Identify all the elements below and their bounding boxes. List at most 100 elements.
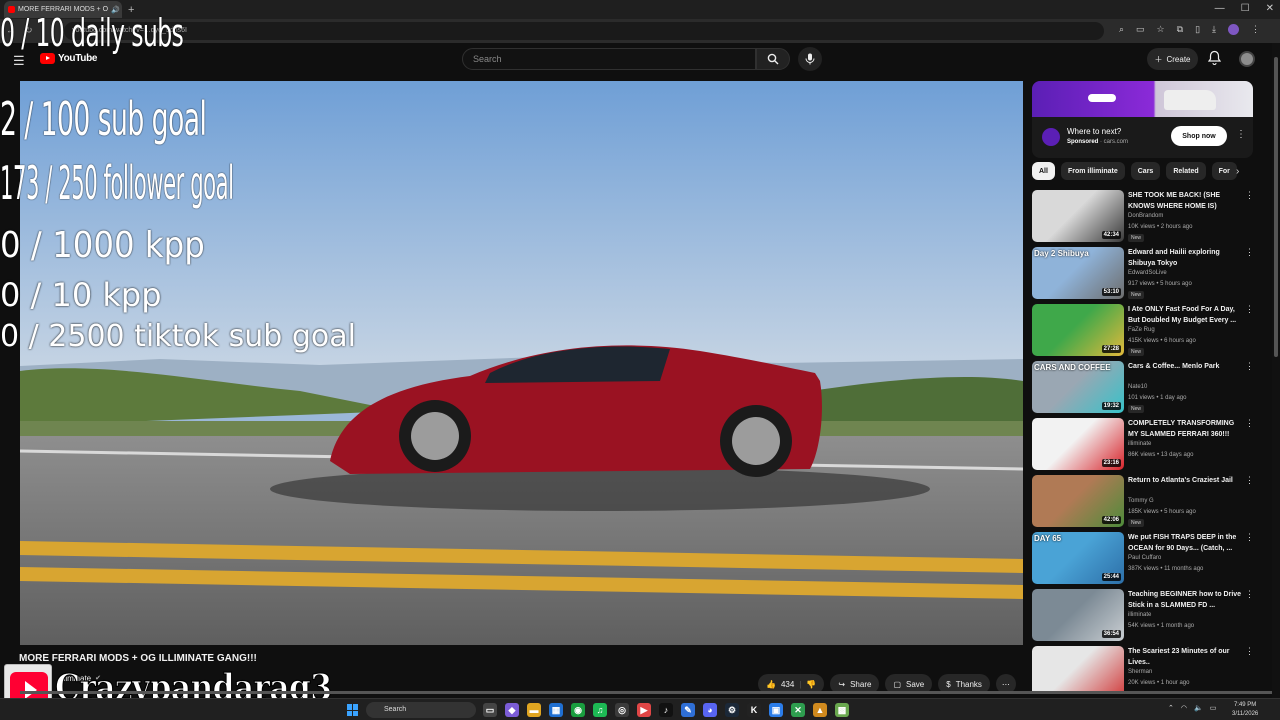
- recommendation-channel[interactable]: Tommy G: [1128, 498, 1154, 504]
- recommendation-channel[interactable]: illiminate: [1128, 612, 1151, 618]
- video-thumbnail[interactable]: 23:16: [1032, 418, 1124, 470]
- discord-icon[interactable]: ◕: [703, 703, 717, 717]
- recommendation-channel[interactable]: DonBrandom: [1128, 213, 1163, 219]
- more-options-icon[interactable]: ⋮: [1245, 532, 1254, 543]
- maximize-button[interactable]: ☐: [1241, 3, 1250, 14]
- recommendation-title[interactable]: The Scariest 23 Minutes of our Lives..: [1128, 646, 1242, 668]
- video-thumbnail[interactable]: 42:06: [1032, 475, 1124, 527]
- battery-icon[interactable]: ▭: [1210, 704, 1217, 712]
- recommendation-channel[interactable]: Sherman: [1128, 669, 1152, 675]
- thumbs-down-icon[interactable]: 👎: [806, 680, 816, 689]
- recommendation-channel[interactable]: EdwardSoLive: [1128, 270, 1167, 276]
- chrome-icon[interactable]: ◉: [571, 703, 585, 717]
- zoom-icon[interactable]: ⌕: [1119, 24, 1124, 35]
- recommendation-channel[interactable]: Nate10: [1128, 384, 1147, 390]
- video-thumbnail[interactable]: 42:34: [1032, 190, 1124, 242]
- tiktok-icon[interactable]: ♪: [659, 703, 673, 717]
- copilot-icon[interactable]: ◆: [505, 703, 519, 717]
- chip-all[interactable]: All: [1032, 162, 1055, 180]
- recommendation-channel[interactable]: illiminate: [1128, 441, 1151, 447]
- more-options-icon[interactable]: ⋮: [1245, 190, 1254, 201]
- browser-menu-icon[interactable]: ⋮: [1251, 24, 1260, 35]
- video-thumbnail[interactable]: 36:54: [1032, 589, 1124, 641]
- voice-search-button[interactable]: [798, 47, 822, 71]
- video-thumbnail[interactable]: 27:28: [1032, 304, 1124, 356]
- chip-cars[interactable]: Cars: [1130, 162, 1161, 180]
- hamburger-menu-icon[interactable]: ☰: [13, 53, 25, 69]
- ad-more-icon[interactable]: ⋮: [1236, 129, 1246, 140]
- ad-banner-image[interactable]: [1032, 81, 1253, 117]
- xbox-icon[interactable]: ✕: [791, 703, 805, 717]
- more-options-icon[interactable]: ⋮: [1245, 361, 1254, 372]
- recommendation-item[interactable]: 42:06 Return to Atlanta's Craziest Jail To…: [1032, 473, 1256, 530]
- wifi-icon[interactable]: ◠: [1181, 704, 1187, 712]
- sponsored-ad[interactable]: Where to next? Sponsored · cars.com Shop…: [1032, 81, 1253, 158]
- editor-app-icon[interactable]: ✎: [681, 703, 695, 717]
- recommendation-title[interactable]: We put FISH TRAPS DEEP in the OCEAN for …: [1128, 532, 1242, 554]
- chip-for-you[interactable]: For: [1211, 162, 1237, 180]
- store-icon[interactable]: ▦: [549, 703, 563, 717]
- recommendation-channel[interactable]: Paul Cuffaro: [1128, 555, 1161, 561]
- recommendation-item[interactable]: DAY 65 25:44 We put FISH TRAPS DEEP in the…: [1032, 530, 1256, 587]
- profile-avatar[interactable]: [1228, 24, 1239, 35]
- more-options-icon[interactable]: ⋮: [1245, 247, 1254, 258]
- cast-icon[interactable]: ▭: [1136, 24, 1145, 35]
- more-options-icon[interactable]: ⋮: [1245, 304, 1254, 315]
- recommendation-item[interactable]: Day 2 Shibuya 53:10 Edward and Hailii expl…: [1032, 245, 1256, 302]
- browser-app-icon[interactable]: ◎: [615, 703, 629, 717]
- app-icon[interactable]: ▣: [769, 703, 783, 717]
- recommendation-title[interactable]: SHE TOOK ME BACK! (SHE KNOWS WHERE HOME …: [1128, 190, 1242, 212]
- recommendation-item[interactable]: The Scariest 23 Minutes of our Lives.. Sh…: [1032, 644, 1256, 692]
- media-app-icon[interactable]: ▶: [637, 703, 651, 717]
- recommendation-item[interactable]: 42:34 SHE TOOK ME BACK! (SHE KNOWS WHERE …: [1032, 188, 1256, 245]
- search-button[interactable]: [756, 48, 790, 70]
- recommendation-title[interactable]: Cars & Coffee... Menlo Park: [1128, 361, 1242, 372]
- steam-icon[interactable]: ⚙: [725, 703, 739, 717]
- volume-icon[interactable]: 🔈: [1194, 704, 1203, 712]
- more-options-icon[interactable]: ⋮: [1245, 418, 1254, 429]
- file-explorer-icon[interactable]: ▬: [527, 703, 541, 717]
- recommendation-title[interactable]: Return to Atlanta's Craziest Jail: [1128, 475, 1242, 486]
- extensions-icon[interactable]: ⧉: [1177, 24, 1183, 35]
- downloads-icon[interactable]: ⤓: [1212, 24, 1216, 35]
- shop-now-button[interactable]: Shop now: [1171, 126, 1227, 146]
- recommendation-title[interactable]: I Ate ONLY Fast Food For A Day, But Doub…: [1128, 304, 1242, 326]
- address-bar[interactable]: youtube.com/watch?v=…qyd_5dns6I: [64, 22, 1104, 40]
- minecraft-icon[interactable]: ▩: [835, 703, 849, 717]
- more-options-icon[interactable]: ⋮: [1245, 589, 1254, 600]
- game-app-icon[interactable]: ▲: [813, 703, 827, 717]
- scrollbar-thumb[interactable]: [1274, 57, 1278, 357]
- minimize-button[interactable]: —: [1215, 3, 1225, 14]
- close-button[interactable]: ✕: [1266, 3, 1274, 14]
- account-avatar[interactable]: [1239, 51, 1255, 67]
- recommendation-title[interactable]: Teaching BEGINNER how to Drive Stick in …: [1128, 589, 1242, 611]
- recommendation-item[interactable]: 23:16 COMPLETELY TRANSFORMING MY SLAMMED …: [1032, 416, 1256, 473]
- create-button[interactable]: ＋ Create: [1147, 48, 1198, 70]
- more-options-icon[interactable]: ⋮: [1245, 475, 1254, 486]
- taskbar-search[interactable]: Search: [366, 702, 476, 718]
- recommendation-channel[interactable]: FaZe Rug: [1128, 327, 1155, 333]
- video-progress-bar[interactable]: [20, 691, 1272, 694]
- tray-chevron-icon[interactable]: ⌃: [1168, 704, 1174, 712]
- taskbar-clock[interactable]: 7:49 PM 3/11/2026: [1232, 701, 1258, 719]
- chip-from-channel[interactable]: From illiminate: [1060, 162, 1125, 180]
- chip-related[interactable]: Related: [1166, 162, 1206, 180]
- page-scrollbar[interactable]: [1272, 43, 1280, 698]
- video-thumbnail[interactable]: CARS AND COFFEE 19:32: [1032, 361, 1124, 413]
- search-input[interactable]: Search: [462, 48, 756, 70]
- k-app-icon[interactable]: K: [747, 703, 761, 717]
- bookmark-star-icon[interactable]: ☆: [1157, 24, 1165, 35]
- recommendation-item[interactable]: 36:54 Teaching BEGINNER how to Drive Stic…: [1032, 587, 1256, 644]
- notifications-bell-icon[interactable]: [1208, 50, 1221, 65]
- recommendation-title[interactable]: COMPLETELY TRANSFORMING MY SLAMMED FERRA…: [1128, 418, 1242, 440]
- windows-start-icon[interactable]: [347, 704, 359, 716]
- video-thumbnail[interactable]: Day 2 Shibuya 53:10: [1032, 247, 1124, 299]
- recommendation-item[interactable]: CARS AND COFFEE 19:32 Cars & Coffee... Men…: [1032, 359, 1256, 416]
- chevron-right-icon[interactable]: ›: [1236, 166, 1239, 177]
- video-thumbnail[interactable]: DAY 65 25:44: [1032, 532, 1124, 584]
- recommendation-item[interactable]: 27:28 I Ate ONLY Fast Food For A Day, But…: [1032, 302, 1256, 359]
- split-view-icon[interactable]: ▯: [1195, 24, 1200, 35]
- more-options-icon[interactable]: ⋮: [1245, 646, 1254, 657]
- task-view-icon[interactable]: ▭: [483, 703, 497, 717]
- spotify-icon[interactable]: ♫: [593, 703, 607, 717]
